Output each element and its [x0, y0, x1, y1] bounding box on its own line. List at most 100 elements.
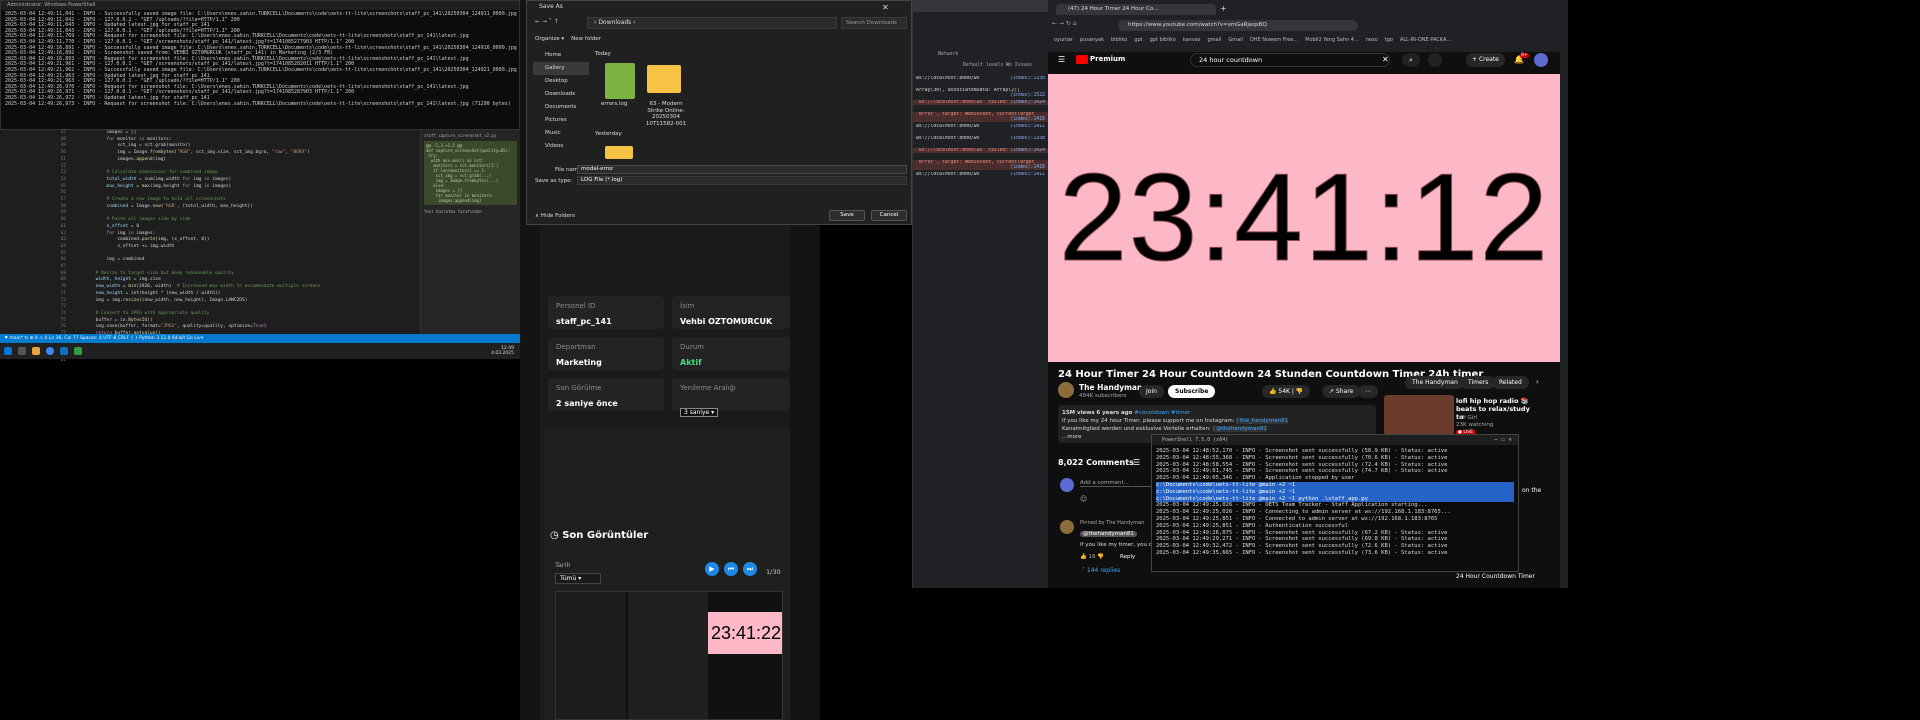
window-controls[interactable]: — ☐ ✕ — [1494, 436, 1512, 443]
more-actions-button[interactable]: ⋯ — [1358, 385, 1378, 398]
chip-related[interactable]: Related — [1492, 376, 1529, 389]
console-source[interactable]: (index):1424 — [1010, 148, 1045, 153]
left-terminal-window[interactable]: Administrator: Windows PowerShell 2025-0… — [0, 0, 520, 130]
nav-item-gallery[interactable]: Gallery — [533, 62, 589, 75]
comment-author[interactable]: @thehandyman81 — [1080, 531, 1137, 537]
default-levels-select[interactable]: Default levels ▾ — [963, 63, 1009, 68]
nav-buttons[interactable]: ← → ↻ ⌂ — [1052, 20, 1077, 27]
hide-folders-toggle[interactable]: ∧ Hide Folders — [535, 213, 575, 219]
bookmark-item[interactable]: gpt bibliko — [1150, 37, 1176, 46]
chrome-icon[interactable] — [46, 347, 54, 355]
cancel-button[interactable]: Cancel — [871, 210, 907, 221]
join-button[interactable]: Join — [1139, 385, 1164, 398]
rec-thumbnail[interactable] — [1384, 395, 1454, 435]
refresh-interval-select[interactable]: 3 saniye ▾ — [680, 408, 719, 417]
browser-tab[interactable]: (47) 24 Hour Timer 24 Hour Co… — [1056, 4, 1216, 15]
nav-item-downloads[interactable]: Downloads — [533, 88, 589, 101]
nav-item-home[interactable]: Home — [533, 49, 589, 62]
console-source[interactable]: (index):1416 — [1010, 117, 1045, 122]
create-button[interactable]: + Create — [1466, 53, 1505, 67]
console-source[interactable]: (index):1522 — [1010, 93, 1045, 98]
prev-button[interactable]: ⏮ — [724, 562, 738, 576]
console-source[interactable]: (index):1416 — [1010, 165, 1045, 170]
rec-channel[interactable]: Lofi Girl — [1456, 415, 1477, 421]
bookmark-item[interactable]: gmail — [1207, 37, 1221, 46]
next-button[interactable]: ⏭ — [743, 562, 757, 576]
chips-next-icon[interactable]: › — [1536, 378, 1539, 386]
devtools-console[interactable]: Network Default levels ▾ No Issues ws://… — [912, 0, 1048, 588]
instagram-link[interactable]: / the_handyman81 — [1236, 418, 1289, 424]
windows-start-icon[interactable] — [4, 347, 12, 355]
save-type-select[interactable]: LOG File (*.log) — [577, 176, 907, 185]
dialog-nav-pane[interactable]: Home Gallery Desktop Downloads Documents Pict… — [533, 49, 589, 159]
reply-button[interactable]: Reply — [1120, 554, 1135, 560]
console-source[interactable]: (index):1338 — [1010, 76, 1045, 81]
chip-the-handyman[interactable]: The Handyman — [1405, 376, 1465, 389]
comment-like-button[interactable]: 👍 16 👎 — [1080, 554, 1104, 560]
bookmark-item[interactable]: Gmail — [1228, 37, 1243, 46]
console-source[interactable]: (index):1411 — [1010, 124, 1045, 129]
console-source[interactable]: (index):1338 — [1010, 136, 1045, 141]
bookmark-item[interactable]: DHE Nowem Free... — [1250, 37, 1298, 46]
date-filter-select[interactable]: Tümü ▾ — [555, 573, 601, 584]
bookmark-item[interactable]: gpt — [1134, 37, 1142, 46]
add-comment-input[interactable]: Add a comment... — [1080, 480, 1152, 487]
bookmark-item[interactable]: nexo — [1366, 37, 1378, 46]
file-list[interactable]: Today errors.log 63 - Modern Strike Onli… — [593, 49, 907, 159]
member-link[interactable]: / @thehandyman81 — [1212, 426, 1268, 432]
channel-avatar[interactable] — [1058, 382, 1074, 398]
hashtags[interactable]: #countdown #timer — [1134, 410, 1190, 416]
youtube-logo-icon[interactable] — [1076, 55, 1088, 64]
taskbar-clock[interactable]: 12:49 4.03.2025 — [491, 346, 520, 356]
avatar[interactable] — [1534, 53, 1548, 67]
tab-network[interactable]: Network — [938, 52, 958, 57]
search-icon[interactable]: ⌕ — [1402, 53, 1420, 67]
bookmark-item[interactable]: oyunlar — [1054, 37, 1073, 46]
save-as-dialog[interactable]: Save As ✕ ← → ˅ ↑ › Downloads › Search D… — [526, 0, 912, 225]
bookmark-item[interactable]: tgo — [1385, 37, 1393, 46]
share-button[interactable]: ↗ Share — [1322, 385, 1361, 398]
nav-item-music[interactable]: Music — [533, 127, 589, 140]
save-button[interactable]: Save — [829, 210, 865, 221]
powershell-window[interactable]: PowerShell 7.5.0 (x64) — ☐ ✕ 2025-03-04 … — [1151, 434, 1519, 572]
console-source[interactable]: (index):1411 — [1010, 172, 1045, 177]
vscode-icon[interactable] — [60, 347, 68, 355]
chat-panel[interactable]: staff_capture_screenshot_v2.py @@ -1,3 +… — [420, 130, 520, 340]
nav-arrows[interactable]: ← → ˅ ↑ — [535, 18, 559, 25]
new-tab-icon[interactable]: + — [1220, 4, 1227, 13]
replies-toggle[interactable]: ˅ 144 replies — [1082, 567, 1120, 574]
nav-item-videos[interactable]: Videos — [533, 140, 589, 153]
organize-button[interactable]: Organize ▾ — [535, 36, 564, 42]
bookmark-item[interactable]: ALL-IN-ONE PACKA... — [1400, 37, 1451, 46]
folder-modern-strike[interactable]: 63 - Modern Strike Online-20250304 10T11… — [641, 101, 691, 127]
mic-icon[interactable] — [1428, 53, 1442, 67]
like-button[interactable]: 👍 54K | 👎 — [1262, 385, 1311, 398]
play-button[interactable]: ▶ — [705, 562, 719, 576]
clear-search-icon[interactable]: ✕ — [1382, 55, 1389, 64]
search-icon[interactable] — [18, 347, 26, 355]
subscribe-button[interactable]: Subscribe — [1168, 385, 1216, 398]
file-name-input[interactable]: modal-error — [577, 165, 907, 174]
chip-timers[interactable]: Timers — [1461, 376, 1496, 389]
bookmarks-bar[interactable]: oyunlar pusanyak bibliko gpt gpt bibliko kanv… — [1054, 37, 1554, 46]
file-explorer-icon[interactable] — [32, 347, 40, 355]
channel-name[interactable]: The Handyman — [1079, 383, 1142, 392]
bookmark-item[interactable]: bibliko — [1111, 37, 1127, 46]
sort-icon[interactable]: ☰ — [1133, 458, 1140, 467]
url-bar[interactable]: https://www.youtube.com/watch?v=smGaRjeq… — [1118, 20, 1358, 31]
terminal-icon[interactable] — [74, 347, 82, 355]
video-player[interactable]: 23:41:12 — [1048, 74, 1560, 362]
nav-item-pictures[interactable]: Pictures — [533, 114, 589, 127]
rec-2-title[interactable]: 24 Hour Countdown Timer — [1456, 573, 1535, 580]
file-errors-log[interactable]: errors.log — [601, 101, 627, 107]
nav-item-documents[interactable]: Documents — [533, 101, 589, 114]
bookmark-item[interactable]: Mobil2 Yeng Sahn 4... — [1305, 37, 1359, 46]
address-bar[interactable]: › Downloads › — [587, 17, 837, 29]
new-folder-button[interactable]: New folder — [571, 36, 601, 42]
youtube-premium-logo[interactable]: Premium — [1090, 55, 1125, 63]
emoji-icon[interactable]: ☺ — [1080, 495, 1087, 503]
bookmark-item[interactable]: pusanyak — [1080, 37, 1104, 46]
bookmark-item[interactable]: kanvas — [1183, 37, 1201, 46]
menu-icon[interactable]: ☰ — [1058, 55, 1065, 64]
search-input[interactable]: Search Downloads — [841, 17, 907, 29]
